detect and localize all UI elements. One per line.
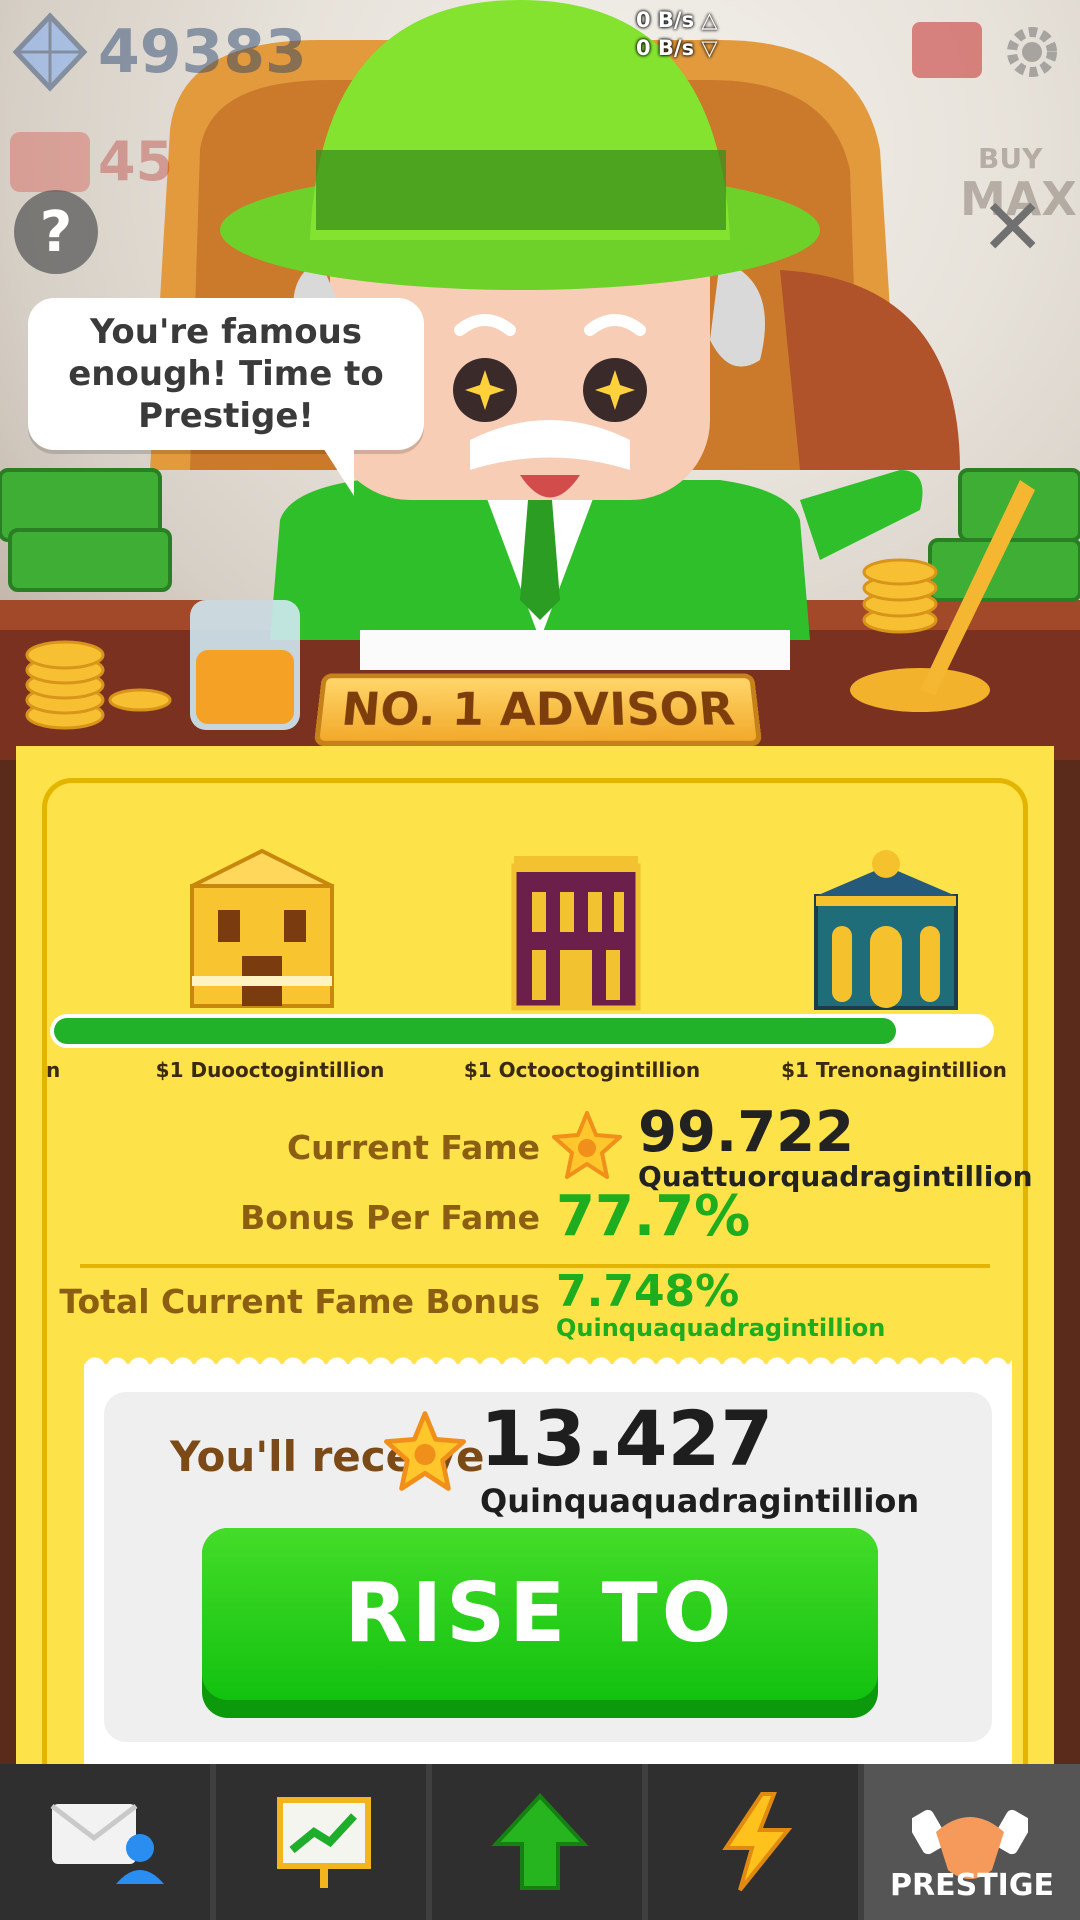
teal-palace-icon	[814, 850, 958, 1010]
current-fame-value: 99.722	[638, 1100, 855, 1165]
green-arrow-up-icon	[491, 1793, 589, 1890]
help-button[interactable]: ?	[14, 190, 98, 274]
secondary-counter: 45	[10, 130, 173, 193]
nav-upgrades[interactable]	[432, 1764, 648, 1920]
advisor-nameplate: NO. 1 ADVISOR	[313, 673, 763, 746]
bonus-per-fame-value: 77.7%	[556, 1184, 751, 1249]
milestone-label-3: $1 Trenonagintillion	[781, 1058, 1007, 1082]
upload-speed: 0 B/s ▽	[636, 36, 718, 60]
total-fame-bonus-label: Total Current Fame Bonus	[59, 1282, 540, 1321]
milestone-label-prev: n	[46, 1058, 61, 1082]
stats-divider	[80, 1264, 990, 1268]
shop-flag-icon[interactable]	[912, 22, 982, 78]
nav-prestige[interactable]: PRESTIGE	[864, 1764, 1080, 1920]
speech-bubble: You're famous enough! Time to Prestige!	[28, 298, 424, 450]
purple-hotel-icon	[511, 856, 641, 1011]
fame-star-icon	[384, 1411, 466, 1491]
advisor-scene: 49383 45 0 B/s △ 0 B/s ▽ BUY MAX ? ✕ You…	[0, 0, 1080, 760]
chart-board-icon	[277, 1797, 371, 1888]
gem-icon	[12, 12, 88, 92]
receive-unit: Quinquaquadragintillion	[480, 1482, 920, 1520]
milestone-progress-bar	[50, 1014, 994, 1048]
receive-value: 13.427	[480, 1394, 774, 1483]
total-fame-bonus-value: 7.748%	[556, 1266, 740, 1317]
milestone-label-2: $1 Octooctogintillion	[463, 1058, 701, 1082]
download-speed: 0 B/s △	[636, 8, 718, 32]
fame-star-icon	[552, 1111, 622, 1179]
gem-count: 49383	[98, 17, 307, 87]
bonus-per-fame-label: Bonus Per Fame	[240, 1198, 540, 1237]
milestone-label-1: $1 Duooctogintillion	[155, 1058, 385, 1082]
rise-to-fame-button[interactable]: RISE TO FAME	[202, 1528, 878, 1833]
prestige-tab-label: PRESTIGE	[890, 1868, 1054, 1903]
rise-to-fame-label: RISE TO FAME	[202, 1528, 878, 1833]
secondary-count: 45	[98, 130, 174, 193]
prestige-panel: n $1 Duooctogintillion $1 Octooctogintil…	[16, 746, 1054, 1833]
bottom-nav: PRESTIGE	[0, 1764, 1080, 1920]
mail-profile-icon	[50, 1804, 164, 1884]
current-fame-label: Current Fame	[286, 1128, 540, 1167]
speech-bubble-tail	[318, 440, 354, 496]
gem-counter: 49383	[10, 12, 307, 92]
cash-stack-icon	[10, 131, 90, 192]
network-speed: 0 B/s △ 0 B/s ▽	[636, 6, 718, 62]
lightning-icon	[722, 1792, 793, 1892]
close-button[interactable]: ✕	[980, 189, 1045, 267]
nav-investors[interactable]	[216, 1764, 432, 1920]
milestone-progress-fill	[54, 1018, 896, 1044]
total-fame-bonus-unit: Quinquaquadragintillion	[556, 1314, 886, 1342]
gold-mansion-icon	[190, 848, 334, 1008]
gear-icon[interactable]	[1000, 20, 1064, 84]
nav-mail-profile[interactable]	[0, 1764, 216, 1920]
prestige-screen: 49383 45 0 B/s △ 0 B/s ▽ BUY MAX ? ✕ You…	[0, 0, 1080, 1920]
buy-label: BUY	[978, 142, 1043, 175]
nav-boosts[interactable]	[648, 1764, 864, 1920]
